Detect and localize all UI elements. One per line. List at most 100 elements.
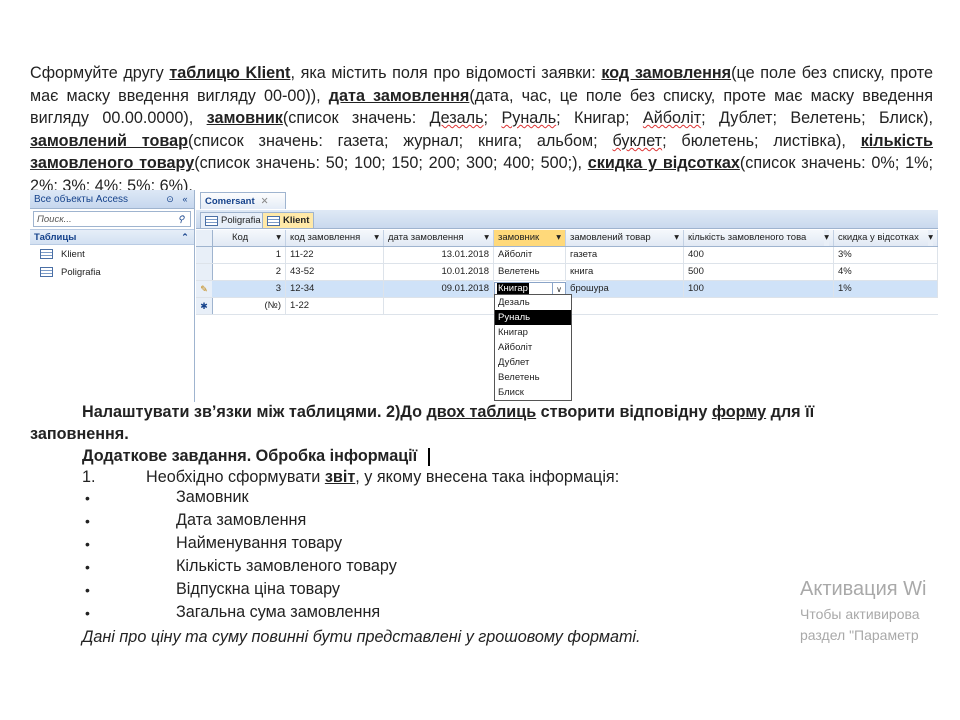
- tab-klient[interactable]: Klient: [262, 212, 315, 228]
- bold-term: таблицю Klient: [169, 64, 291, 82]
- nav-item-klient[interactable]: Klient: [30, 245, 194, 263]
- dropdown-option[interactable]: Айболіт: [495, 340, 571, 355]
- cell-quantity[interactable]: 100: [684, 281, 834, 297]
- row-selector[interactable]: [196, 247, 213, 263]
- cell-code[interactable]: 1: [212, 247, 286, 263]
- cell-product[interactable]: газета: [566, 247, 684, 263]
- note-text: Дані про ціну та суму повинні бути предс…: [82, 628, 641, 646]
- dropdown-option[interactable]: Блиск: [495, 385, 571, 400]
- table-icon: [267, 215, 280, 226]
- tab-comersant[interactable]: Comersant ✕: [200, 192, 286, 209]
- column-header-order-code[interactable]: код замовлення ▾: [286, 230, 384, 246]
- dropdown-option[interactable]: Дезаль: [495, 295, 571, 310]
- activation-watermark-title: Активация Wi: [800, 578, 927, 600]
- search-icon[interactable]: ⚲: [175, 213, 187, 225]
- search-placeholder: Поиск...: [37, 213, 72, 225]
- cell-quantity[interactable]: 400: [684, 247, 834, 263]
- cell-order-code[interactable]: 12-34: [286, 281, 384, 297]
- cell-code[interactable]: 2: [212, 264, 286, 280]
- collapse-icon[interactable]: «: [179, 193, 191, 205]
- header-row: Код ▾ код замовлення ▾ дата замовлення ▾…: [196, 230, 938, 247]
- cell-code[interactable]: 3: [212, 281, 286, 297]
- column-header-order-date[interactable]: дата замовлення ▾: [384, 230, 494, 246]
- list-item: Дата замовлення: [176, 511, 307, 529]
- cell-order-date[interactable]: 10.01.2018: [384, 264, 494, 280]
- cell-code[interactable]: (№): [212, 298, 286, 314]
- customer-dropdown-list[interactable]: Дезаль Руналь Книгар Айболіт Дублет Веле…: [494, 294, 572, 401]
- chevron-up-icon[interactable]: ⌃: [179, 231, 191, 243]
- select-all[interactable]: [196, 230, 213, 246]
- table-icon: [40, 249, 53, 259]
- text: ; бюлетень; листівка),: [662, 131, 861, 150]
- list-item: Замовник: [176, 488, 249, 506]
- cell-customer[interactable]: Айболіт: [494, 247, 566, 263]
- cell-discount[interactable]: 3%: [834, 247, 938, 263]
- search-input[interactable]: Поиск... ⚲: [33, 211, 191, 227]
- dropdown-option[interactable]: Дублет: [495, 355, 571, 370]
- bold-term: замовлений товар: [30, 131, 189, 150]
- bold-term: замовник: [206, 109, 283, 128]
- cell-customer[interactable]: Велетень: [494, 264, 566, 280]
- text-cursor: [427, 447, 430, 466]
- cell-product[interactable]: книга: [566, 264, 684, 280]
- navigation-pane: Все объекты Access ⊙ « Поиск... ⚲ Таблиц…: [30, 190, 195, 402]
- cell-order-date[interactable]: 13.01.2018: [384, 247, 494, 263]
- object-tabs: Poligrafia Klient: [196, 210, 938, 229]
- row-selector[interactable]: [196, 264, 213, 280]
- tab-label: Poligrafia: [221, 215, 261, 226]
- bullet: •: [85, 513, 90, 529]
- column-header-quantity[interactable]: кількість замовленого това ▾: [684, 230, 834, 246]
- bold-term: код замовлення: [601, 64, 732, 82]
- sort-arrow-icon: ▾: [484, 232, 489, 243]
- group-header-tables[interactable]: Таблицы ⌃: [30, 229, 194, 245]
- intro-paragraph: Сформуйте другу таблицю Klient, яка міст…: [30, 62, 933, 198]
- activation-watermark-text: Чтобы активирова: [800, 606, 920, 622]
- cell-order-date[interactable]: 09.01.2018: [384, 281, 494, 297]
- spellcheck-word: Дезаль: [429, 109, 484, 128]
- text: ; Книгар;: [556, 109, 643, 128]
- new-record-icon[interactable]: ✱: [196, 298, 213, 314]
- bold-term: дата замовлення: [328, 86, 470, 105]
- list-number: 1.: [82, 468, 96, 486]
- tab-label: Klient: [283, 215, 310, 226]
- nav-pane-header[interactable]: Все объекты Access ⊙ «: [30, 190, 194, 209]
- nav-item-label: Poligrafia: [61, 266, 101, 278]
- cell-order-code[interactable]: 43-52: [286, 264, 384, 280]
- cell-product[interactable]: брошура: [566, 281, 684, 297]
- access-screenshot: Все объекты Access ⊙ « Поиск... ⚲ Таблиц…: [30, 190, 938, 402]
- sort-arrow-icon: ▾: [374, 232, 379, 243]
- table-icon: [205, 215, 218, 226]
- bold-term: скидка у відсотках: [587, 154, 740, 173]
- bullet: •: [85, 559, 90, 575]
- table-row[interactable]: 1 11-22 13.01.2018 Айболіт газета 400 3%: [196, 247, 938, 264]
- document-area: Comersant ✕ Poligrafia Klient Код ▾ код …: [196, 190, 938, 402]
- close-icon[interactable]: ✕: [261, 196, 269, 207]
- column-header-product[interactable]: замовлений товар ▾: [566, 230, 684, 246]
- bullet: •: [85, 490, 90, 506]
- sort-arrow-icon: ▾: [674, 232, 679, 243]
- column-header-customer[interactable]: замовник ▾: [494, 230, 566, 246]
- bullet: •: [85, 605, 90, 621]
- cell-order-code[interactable]: 1-22: [286, 298, 384, 314]
- dropdown-option[interactable]: Книгар: [495, 325, 571, 340]
- activation-watermark-text: раздел "Параметр: [800, 627, 919, 643]
- nav-pane-title: Все объекты Access: [34, 193, 129, 205]
- dropdown-option-highlighted[interactable]: Руналь: [495, 310, 571, 325]
- cell-order-code[interactable]: 11-22: [286, 247, 384, 263]
- cell-discount[interactable]: 4%: [834, 264, 938, 280]
- column-header-discount[interactable]: скидка у відсотках ▾: [834, 230, 938, 246]
- table-row[interactable]: 2 43-52 10.01.2018 Велетень книга 500 4%: [196, 264, 938, 281]
- dropdown-option[interactable]: Велетень: [495, 370, 571, 385]
- sort-arrow-icon: ▾: [928, 230, 933, 246]
- cell-quantity[interactable]: 500: [684, 264, 834, 280]
- spellcheck-word: Айболіт: [642, 109, 702, 128]
- list-item: Відпускна ціна товару: [176, 580, 341, 598]
- column-header-kod[interactable]: Код ▾: [212, 230, 286, 246]
- dropdown-circle-icon[interactable]: ⊙: [164, 193, 176, 205]
- text: , яка містить поля про відомості заявки:: [290, 64, 602, 82]
- nav-item-poligrafia[interactable]: Poligrafia: [30, 263, 194, 281]
- pencil-icon[interactable]: ✎: [196, 281, 213, 297]
- tab-poligrafia[interactable]: Poligrafia: [200, 212, 266, 228]
- cell-discount[interactable]: 1%: [834, 281, 938, 297]
- text: ; Дублет; Велетень; Блиск),: [701, 109, 933, 128]
